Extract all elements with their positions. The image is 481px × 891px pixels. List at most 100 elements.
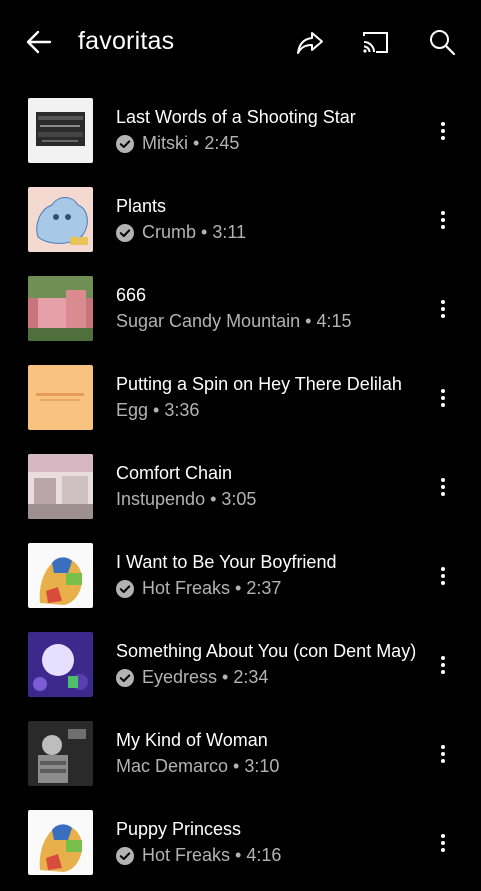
song-text: Something About You (con Dent May) Eyedr… — [116, 620, 421, 709]
back-button[interactable] — [19, 22, 59, 62]
more-vertical-icon — [441, 566, 445, 585]
album-art-thumbnail — [28, 454, 93, 519]
album-art-thumbnail — [28, 365, 93, 430]
song-title: Putting a Spin on Hey There Delilah — [116, 374, 402, 394]
song-text: Last Words of a Shooting Star Mitski • 2… — [116, 86, 421, 175]
album-art-thumbnail — [28, 721, 93, 786]
more-vertical-icon — [441, 210, 445, 229]
meta-separator: • — [228, 756, 245, 776]
artist-name: Egg — [116, 400, 149, 420]
song-meta: Hot Freaks • 4:16 — [116, 844, 421, 867]
verified-check-icon — [116, 846, 134, 865]
more-vertical-icon — [441, 833, 445, 852]
more-options-button[interactable] — [431, 828, 455, 858]
more-options-button[interactable] — [431, 561, 455, 591]
album-art-thumbnail — [28, 543, 93, 608]
share-button[interactable] — [290, 22, 330, 62]
song-row[interactable]: Plants Crumb • 3:11 — [0, 175, 481, 264]
song-duration: 3:10 — [244, 756, 280, 776]
more-vertical-icon — [441, 655, 445, 674]
song-text: Plants Crumb • 3:11 — [116, 175, 421, 264]
meta-separator: • — [300, 311, 317, 331]
song-text: Putting a Spin on Hey There Delilah Egg … — [116, 353, 421, 442]
song-title: Something About You (con Dent May) — [116, 641, 417, 661]
back-arrow-icon — [26, 30, 52, 54]
meta-separator: • — [230, 578, 247, 598]
page-title: favoritas — [78, 27, 175, 55]
album-art-thumbnail — [28, 98, 93, 163]
artist-name: Instupendo — [116, 489, 206, 509]
artist-name: Hot Freaks — [142, 578, 231, 598]
song-row[interactable]: I Want to Be Your Boyfriend Hot Freaks •… — [0, 531, 481, 620]
song-meta: Mitski • 2:45 — [116, 132, 421, 155]
more-options-button[interactable] — [431, 205, 455, 235]
meta-separator: • — [205, 489, 222, 509]
search-icon — [430, 30, 456, 56]
song-meta: Sugar Candy Mountain • 4:15 — [116, 310, 421, 333]
more-options-button[interactable] — [431, 294, 455, 324]
song-list: Last Words of a Shooting Star Mitski • 2… — [0, 86, 481, 887]
artist-name: Sugar Candy Mountain — [116, 311, 301, 331]
album-art-thumbnail — [28, 632, 93, 697]
song-duration: 4:15 — [316, 311, 352, 331]
song-meta: Mac Demarco • 3:10 — [116, 755, 421, 778]
song-duration: 2:37 — [246, 578, 282, 598]
cast-icon — [363, 32, 388, 53]
artist-name: Hot Freaks — [142, 845, 231, 865]
song-duration: 3:11 — [212, 222, 247, 242]
more-options-button[interactable] — [431, 739, 455, 769]
verified-check-icon — [116, 134, 134, 153]
artist-name: Mitski — [142, 133, 188, 153]
song-text: I Want to Be Your Boyfriend Hot Freaks •… — [116, 531, 421, 620]
more-options-button[interactable] — [431, 650, 455, 680]
song-row[interactable]: Puppy Princess Hot Freaks • 4:16 — [0, 798, 481, 887]
song-title: 666 — [116, 285, 147, 305]
song-title: Comfort Chain — [116, 463, 233, 483]
song-text: Puppy Princess Hot Freaks • 4:16 — [116, 798, 421, 887]
song-title: I Want to Be Your Boyfriend — [116, 552, 337, 572]
song-row[interactable]: Something About You (con Dent May) Eyedr… — [0, 620, 481, 709]
song-meta: Eyedress • 2:34 — [116, 666, 421, 689]
more-vertical-icon — [441, 121, 445, 140]
song-text: My Kind of Woman Mac Demarco • 3:10 — [116, 709, 421, 798]
song-row[interactable]: My Kind of Woman Mac Demarco • 3:10 — [0, 709, 481, 798]
verified-check-icon — [116, 668, 134, 687]
verified-check-icon — [116, 579, 134, 598]
song-title: My Kind of Woman — [116, 730, 268, 750]
song-duration: 3:36 — [164, 400, 200, 420]
meta-separator: • — [217, 667, 234, 687]
search-button[interactable] — [422, 22, 462, 62]
album-art-thumbnail — [28, 187, 93, 252]
song-duration: 2:45 — [204, 133, 240, 153]
cast-button[interactable] — [355, 22, 395, 62]
more-vertical-icon — [441, 299, 445, 318]
album-art-thumbnail — [28, 276, 93, 341]
more-vertical-icon — [441, 744, 445, 763]
more-vertical-icon — [441, 388, 445, 407]
song-row[interactable]: Last Words of a Shooting Star Mitski • 2… — [0, 86, 481, 175]
song-title: Puppy Princess — [116, 819, 242, 839]
artist-name: Eyedress — [142, 667, 218, 687]
song-text: 666 Sugar Candy Mountain • 4:15 — [116, 264, 421, 353]
share-icon — [297, 32, 323, 54]
song-meta: Instupendo • 3:05 — [116, 488, 421, 511]
meta-separator: • — [188, 133, 205, 153]
song-duration: 4:16 — [246, 845, 282, 865]
top-app-bar: favoritas — [0, 0, 481, 86]
song-title: Last Words of a Shooting Star — [116, 107, 356, 127]
song-meta: Crumb • 3:11 — [116, 221, 421, 244]
song-meta: Egg • 3:36 — [116, 399, 421, 422]
song-duration: 3:05 — [221, 489, 257, 509]
more-options-button[interactable] — [431, 383, 455, 413]
song-text: Comfort Chain Instupendo • 3:05 — [116, 442, 421, 531]
meta-separator: • — [230, 845, 247, 865]
more-options-button[interactable] — [431, 116, 455, 146]
verified-check-icon — [116, 223, 134, 242]
more-options-button[interactable] — [431, 472, 455, 502]
song-row[interactable]: Putting a Spin on Hey There Delilah Egg … — [0, 353, 481, 442]
song-title: Plants — [116, 196, 167, 216]
artist-name: Mac Demarco — [116, 756, 229, 776]
song-row[interactable]: Comfort Chain Instupendo • 3:05 — [0, 442, 481, 531]
song-row[interactable]: 666 Sugar Candy Mountain • 4:15 — [0, 264, 481, 353]
artist-name: Crumb — [142, 222, 197, 242]
